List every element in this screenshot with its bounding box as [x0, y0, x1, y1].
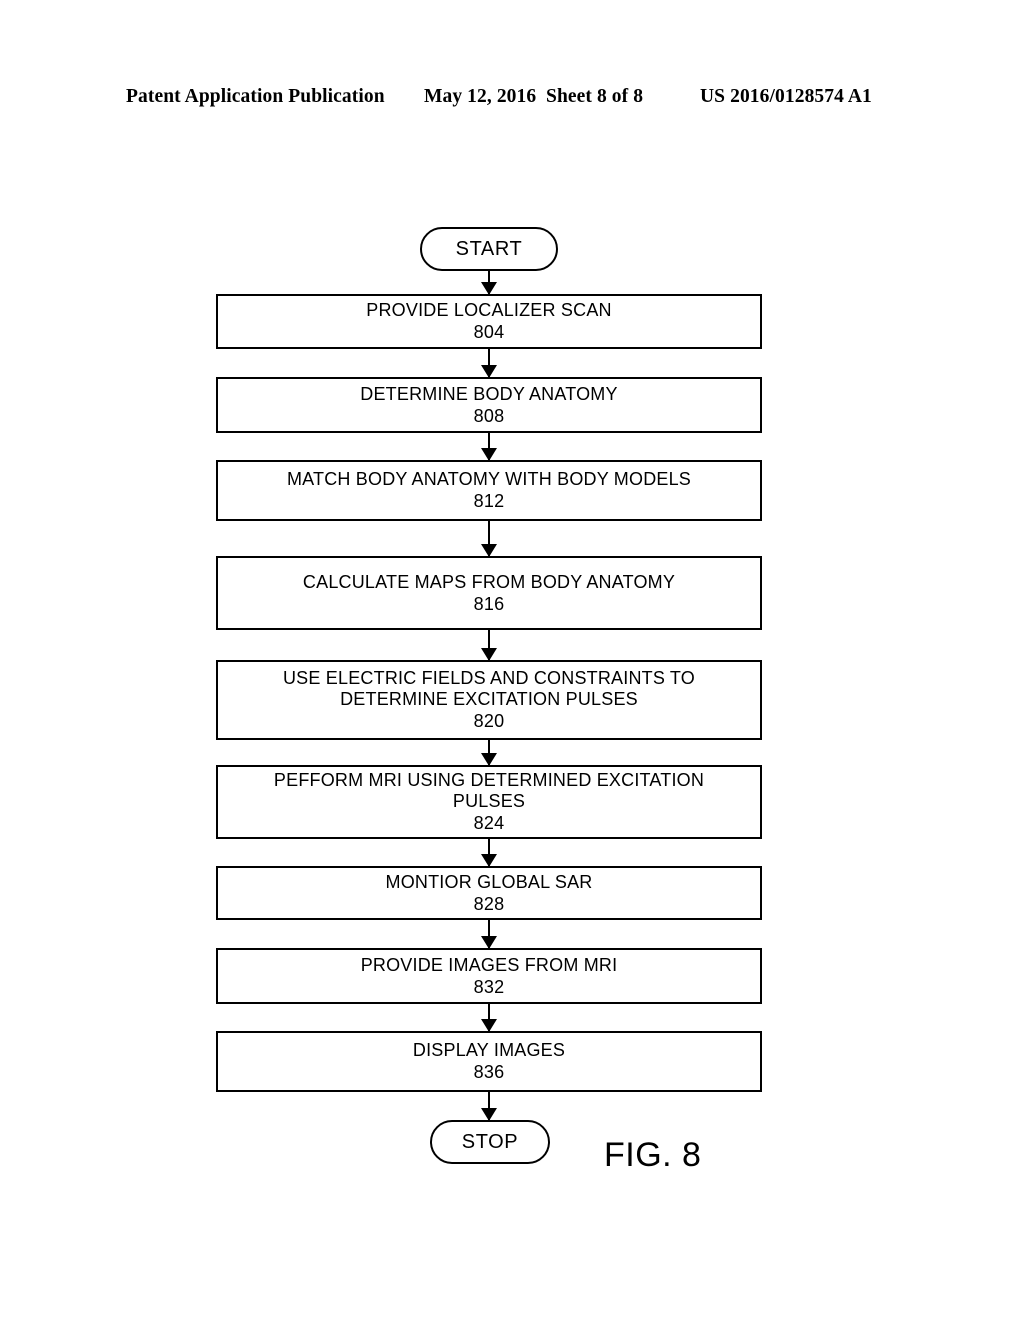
flowchart-stop-node: STOP [430, 1120, 550, 1164]
flowchart-step-828-ref: 828 [473, 893, 505, 914]
flowchart-step-832-text: PROVIDE IMAGES FROM MRI [360, 954, 618, 975]
flowchart-step-804-text: PROVIDE LOCALIZER SCAN [366, 300, 612, 320]
flowchart-step-808-ref: 808 [473, 405, 505, 426]
connector-arrow-828-to-832 [488, 920, 490, 948]
flowchart-diagram: START PROVIDE LOCALIZER SCAN 804 DETERMI… [0, 0, 1024, 1320]
flowchart-step-816: CALCULATE MAPS FROM BODY ANATOMY 816 [216, 556, 762, 630]
flowchart-step-808-text: DETERMINE BODY ANATOMY [360, 383, 618, 404]
connector-arrow-836-to-stop [488, 1092, 490, 1120]
flowchart-step-824-ref: 824 [473, 813, 505, 833]
flowchart-step-816-ref: 816 [473, 593, 505, 614]
flowchart-start-node: START [420, 227, 558, 271]
flowchart-step-812-ref: 812 [473, 491, 505, 511]
flowchart-step-812-text: MATCH BODY ANATOMY WITH BODY MODELS [286, 469, 692, 489]
flowchart-step-836-text: DISPLAY IMAGES [412, 1040, 566, 1060]
connector-arrow-820-to-824 [488, 740, 490, 765]
flowchart-step-832: PROVIDE IMAGES FROM MRI 832 [216, 948, 762, 1004]
flowchart-step-816-text: CALCULATE MAPS FROM BODY ANATOMY [302, 571, 676, 592]
figure-caption: FIG. 8 [604, 1136, 702, 1174]
connector-arrow-start-to-804 [488, 271, 490, 294]
flowchart-step-836-ref: 836 [473, 1062, 505, 1082]
flowchart-step-820: USE ELECTRIC FIELDS AND CONSTRAINTS TO D… [216, 660, 762, 740]
flowchart-step-832-ref: 832 [473, 976, 505, 997]
flowchart-stop-label: STOP [461, 1131, 519, 1153]
flowchart-step-804-ref: 804 [473, 322, 505, 342]
flowchart-step-836: DISPLAY IMAGES 836 [216, 1031, 762, 1092]
flowchart-step-820-ref: 820 [473, 711, 505, 731]
flowchart-step-820-text: USE ELECTRIC FIELDS AND CONSTRAINTS TO D… [282, 668, 695, 709]
connector-arrow-832-to-836 [488, 1004, 490, 1031]
flowchart-step-808: DETERMINE BODY ANATOMY 808 [216, 377, 762, 433]
flowchart-step-828: MONTIOR GLOBAL SAR 828 [216, 866, 762, 920]
connector-arrow-816-to-820 [488, 630, 490, 660]
connector-arrow-824-to-828 [488, 839, 490, 866]
flowchart-step-812: MATCH BODY ANATOMY WITH BODY MODELS 812 [216, 460, 762, 521]
connector-arrow-808-to-812 [488, 433, 490, 460]
connector-arrow-804-to-808 [488, 349, 490, 377]
flowchart-step-828-text: MONTIOR GLOBAL SAR [385, 871, 593, 892]
flowchart-step-824-text: PEFFORM MRI USING DETERMINED EXCITATION … [273, 770, 705, 811]
connector-arrow-812-to-816 [488, 521, 490, 556]
flowchart-start-label: START [455, 238, 523, 260]
flowchart-step-824: PEFFORM MRI USING DETERMINED EXCITATION … [216, 765, 762, 839]
flowchart-step-804: PROVIDE LOCALIZER SCAN 804 [216, 294, 762, 349]
